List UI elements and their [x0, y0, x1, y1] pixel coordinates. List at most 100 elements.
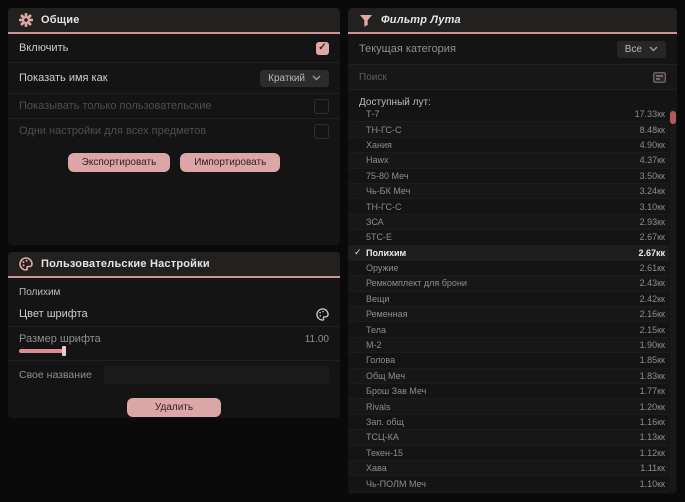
loot-item-value: 1.85кк [639, 355, 665, 366]
loot-list-item[interactable]: ✓ Тела 2.15кк [348, 322, 669, 338]
font-color-row: Цвет шрифта [8, 302, 340, 327]
loot-item-value: 2.67кк [638, 247, 665, 258]
loot-item-name: 5ТС-Е [366, 232, 393, 243]
custom-settings-title: Пользовательские Настройки [41, 258, 210, 270]
enable-label: Включить [19, 42, 69, 54]
loot-list-item[interactable]: ✓ Ремкомплект для брони 2.43кк [348, 276, 669, 292]
loot-list-item[interactable]: ✓ М-2 1.90кк [348, 338, 669, 354]
palette-icon [19, 257, 33, 271]
loot-item-name: Полихим [366, 247, 407, 258]
selected-item-name: Полихим [19, 287, 61, 298]
same-settings-checkbox[interactable] [314, 123, 329, 139]
loot-list-item[interactable]: ✓ 5ТС-Е 2.67кк [348, 230, 669, 246]
show-name-dropdown[interactable]: Краткий [260, 69, 329, 87]
loot-item-name: Hawx [366, 155, 389, 166]
loot-item-value: 8.48кк [639, 124, 665, 135]
category-dropdown[interactable]: Все [616, 40, 666, 58]
custom-settings-panel: Пользовательские Настройки Полихим Цвет … [8, 252, 340, 418]
loot-item-name: Хава [366, 463, 387, 474]
loot-item-name: Т-7 [366, 109, 380, 120]
enable-checkbox[interactable]: ✓ [316, 41, 329, 55]
loot-list-item[interactable]: ✓ Зап. общ 1.16кк [348, 415, 669, 431]
import-button[interactable]: Импортировать [180, 153, 281, 172]
loot-item-name: Оружие [366, 263, 399, 274]
loot-list-item[interactable]: ✓ ТН-ГС-С 8.48кк [348, 122, 669, 138]
loot-list-item[interactable]: ✓ Полихим 2.67кк [348, 245, 669, 261]
loot-list-item[interactable]: ✓ Брош Зав Меч 1.77кк [348, 384, 669, 400]
same-settings-row: Одни настройки для всех предметов [8, 119, 340, 143]
custom-name-row: Свое название [8, 361, 340, 389]
loot-list-item[interactable]: ✓ Голова 1.85кк [348, 353, 669, 369]
general-panel: Общие Включить ✓ Показать имя как Кратки… [8, 8, 340, 245]
loot-item-value: 1.20кк [639, 401, 665, 412]
loot-item-value: 2.61кк [639, 263, 665, 274]
loot-item-value: 3.50кк [639, 170, 665, 181]
export-button[interactable]: Экспортировать [67, 153, 171, 172]
loot-list-item[interactable]: ✓ Hawx 4.37кк [348, 153, 669, 169]
color-picker-icon[interactable] [316, 307, 329, 321]
show-name-dropdown-value: Краткий [268, 72, 305, 84]
loot-item-name: Хания [366, 139, 392, 150]
gear-icon [19, 13, 33, 27]
loot-item-name: Ремкомплект для брони [366, 278, 467, 289]
loot-item-value: 2.15кк [639, 324, 665, 335]
category-dropdown-value: Все [624, 43, 642, 55]
loot-list-item[interactable]: ✓ Оружие 2.61кк [348, 261, 669, 277]
scrollbar-thumb[interactable] [670, 111, 676, 124]
category-row: Текущая категория Все [348, 34, 677, 65]
loot-list-item[interactable]: ✓ ТСЦ-КА 1.13кк [348, 430, 669, 446]
loot-item-value: 1.77кк [639, 386, 665, 397]
loot-item-value: 2.16кк [639, 309, 665, 320]
custom-name-input[interactable] [103, 366, 329, 384]
loot-list-item[interactable]: ✓ Т-7 17.33кк [348, 107, 669, 123]
loot-item-name: М-2 [366, 340, 382, 351]
loot-item-name: Чь-БК Меч [366, 186, 411, 197]
loot-list-item[interactable]: ✓ Чь-БК Меч 3.24кк [348, 184, 669, 200]
show-name-label: Показать имя как [19, 72, 108, 84]
loot-item-name: Rivals [366, 401, 391, 412]
loot-list-item[interactable]: ✓ Общ Меч 1.83кк [348, 369, 669, 385]
search-row [348, 65, 677, 90]
loot-list-item[interactable]: ✓ Хания 4.90кк [348, 138, 669, 154]
only-custom-row: Показывать только пользовательские [8, 94, 340, 119]
loot-item-value: 4.90кк [639, 139, 665, 150]
loot-list-item[interactable]: ✓ Текен-15 1.12кк [348, 446, 669, 461]
advanced-search-icon[interactable] [653, 71, 666, 83]
general-panel-header: Общие [8, 8, 340, 34]
delete-button[interactable]: Удалить [126, 398, 222, 417]
enable-row: Включить ✓ [8, 34, 340, 63]
loot-item-value: 4.37кк [639, 155, 665, 166]
loot-item-name: ТН-ГС-С [366, 201, 402, 212]
loot-item-name: Чь-ПОЛМ Меч [366, 478, 426, 489]
custom-name-label: Свое название [19, 369, 92, 381]
loot-item-value: 1.16кк [639, 417, 665, 427]
scrollbar-track[interactable] [670, 107, 676, 492]
loot-list-item[interactable]: ✓ ЗСА 2.93кк [348, 215, 669, 231]
loot-item-value: 1.12кк [639, 447, 665, 458]
font-size-slider[interactable] [19, 346, 66, 356]
loot-list-item[interactable]: ✓ 75-80 Меч 3.50кк [348, 169, 669, 184]
loot-list-item[interactable]: ✓ Ременная 2.16кк [348, 307, 669, 323]
loot-item-name: ТН-ГС-С [366, 124, 402, 135]
chevron-down-icon [312, 75, 321, 81]
search-input[interactable] [359, 71, 653, 83]
loot-item-value: 1.13кк [639, 432, 665, 443]
loot-list-item[interactable]: ✓ Вещи 2.42кк [348, 292, 669, 308]
custom-settings-header: Пользовательские Настройки [8, 252, 340, 278]
loot-item-value: 3.24кк [639, 186, 665, 197]
general-panel-title: Общие [41, 14, 80, 26]
slider-thumb[interactable] [62, 346, 66, 356]
loot-list-item[interactable]: ✓ Чь-ПОЛМ Меч 1.10кк [348, 476, 669, 492]
loot-item-name: Текен-15 [366, 447, 404, 458]
only-custom-checkbox[interactable] [314, 98, 329, 114]
loot-list-item[interactable]: ✓ Rivals 1.20кк [348, 399, 669, 415]
show-name-row: Показать имя как Краткий [8, 63, 340, 94]
loot-item-name: Брош Зав Меч [366, 386, 427, 397]
loot-list-item[interactable]: ✓ ТН-ГС-С 3.10кк [348, 199, 669, 215]
chevron-down-icon [649, 46, 658, 52]
font-color-label: Цвет шрифта [19, 308, 88, 320]
loot-item-name: ТСЦ-КА [366, 432, 399, 443]
loot-item-name: ЗСА [366, 216, 384, 227]
loot-list-item[interactable]: ✓ Хава 1.11кк [348, 461, 669, 477]
loot-list: ✓ Т-7 17.33кк ✓ ТН-ГС-С 8.48кк ✓ Хания 4… [348, 107, 669, 492]
